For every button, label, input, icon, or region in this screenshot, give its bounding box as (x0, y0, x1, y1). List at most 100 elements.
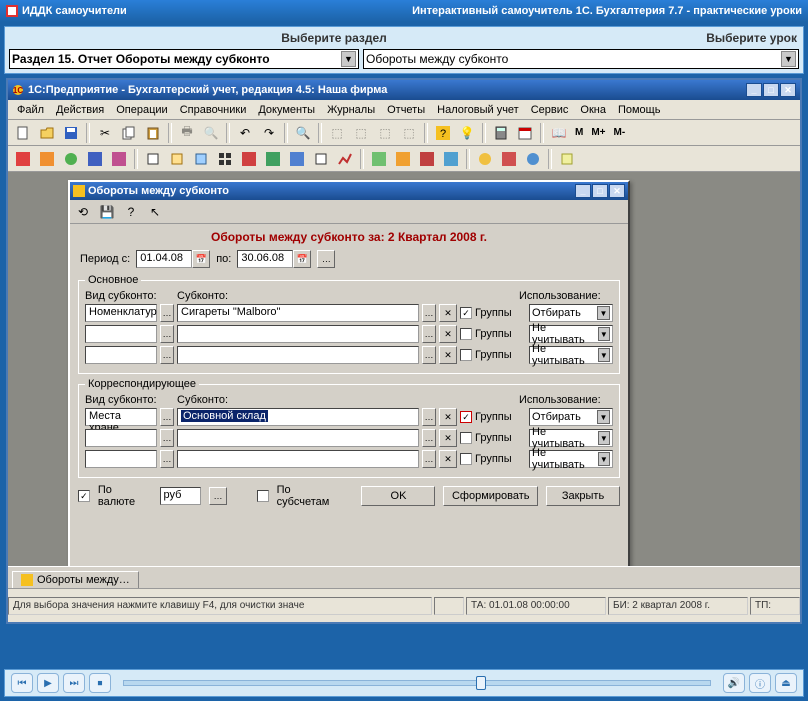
dropdown-arrow-icon[interactable]: ▼ (598, 431, 610, 445)
close-button[interactable]: Закрыть (546, 486, 620, 506)
tool-icon[interactable] (166, 148, 188, 170)
use-select[interactable]: Не учитывать▼ (529, 325, 613, 343)
menu-actions[interactable]: Действия (51, 102, 109, 118)
tool-icon[interactable] (238, 148, 260, 170)
book-icon[interactable]: 📖 (548, 122, 570, 144)
tool-icon[interactable] (286, 148, 308, 170)
subconto-input[interactable] (177, 346, 419, 364)
groups-checkbox[interactable] (460, 349, 472, 361)
tool-icon[interactable] (556, 148, 578, 170)
by-subacc-checkbox[interactable] (257, 490, 269, 502)
player-next-button[interactable]: ⏭ (63, 673, 85, 693)
tool-icon[interactable]: ⬚ (374, 122, 396, 144)
calendar-icon[interactable]: 📅 (293, 250, 311, 268)
paste-icon[interactable] (142, 122, 164, 144)
player-stop-button[interactable]: ⏹ (89, 673, 111, 693)
window-tab[interactable]: Обороты между… (12, 571, 139, 588)
calendar-icon[interactable]: 📅 (192, 250, 210, 268)
clear-button[interactable]: ✕ (439, 325, 457, 343)
kind-choose-button[interactable]: … (160, 304, 174, 322)
dialog-titlebar[interactable]: Обороты между субконто _ □ ✕ (70, 182, 628, 200)
tool-icon[interactable] (310, 148, 332, 170)
clear-button[interactable]: ✕ (439, 429, 457, 447)
menu-windows[interactable]: Окна (575, 102, 611, 118)
dialog-close-button[interactable]: ✕ (609, 184, 625, 198)
dialog-maximize-button[interactable]: □ (592, 184, 608, 198)
subconto-choose-button[interactable]: … (422, 304, 436, 322)
subconto-choose-button[interactable]: … (422, 408, 436, 426)
player-info-button[interactable]: ⓘ (749, 673, 771, 693)
menu-documents[interactable]: Документы (253, 102, 320, 118)
find-icon[interactable]: 🔍 (292, 122, 314, 144)
kind-choose-button[interactable]: … (160, 325, 174, 343)
clear-button[interactable]: ✕ (439, 346, 457, 364)
dropdown-arrow-icon[interactable]: ▼ (598, 348, 610, 362)
print-icon[interactable]: 🖶 (176, 122, 198, 144)
tool-icon[interactable] (474, 148, 496, 170)
new-icon[interactable] (12, 122, 34, 144)
period-choose-button[interactable]: … (317, 250, 335, 268)
tool-icon[interactable] (60, 148, 82, 170)
kind-choose-button[interactable]: … (160, 450, 174, 468)
dropdown-arrow-icon[interactable]: ▼ (597, 306, 610, 320)
subconto-input[interactable] (177, 450, 419, 468)
m-button[interactable]: М (572, 122, 586, 144)
dropdown-arrow-icon[interactable]: ▼ (341, 51, 356, 67)
clear-button[interactable]: ✕ (439, 304, 457, 322)
tool-icon[interactable] (214, 148, 236, 170)
preview-icon[interactable]: 🔍 (200, 122, 222, 144)
by-currency-checkbox[interactable]: ✓ (78, 490, 90, 502)
calc-icon[interactable] (490, 122, 512, 144)
menu-file[interactable]: Файл (12, 102, 49, 118)
subconto-choose-button[interactable]: … (422, 325, 436, 343)
kind-choose-button[interactable]: … (160, 408, 174, 426)
dialog-minimize-button[interactable]: _ (575, 184, 591, 198)
use-select[interactable]: Не учитывать▼ (529, 346, 613, 364)
subconto-choose-button[interactable]: … (422, 429, 436, 447)
dropdown-arrow-icon[interactable]: ▼ (598, 452, 610, 466)
tool-icon[interactable]: ⬚ (398, 122, 420, 144)
player-slider[interactable] (123, 680, 711, 686)
dropdown-arrow-icon[interactable]: ▼ (598, 327, 610, 341)
m-plus-button[interactable]: М+ (588, 122, 608, 144)
help-icon[interactable]: ? (432, 122, 454, 144)
ok-button[interactable]: OK (361, 486, 435, 506)
save-icon[interactable] (60, 122, 82, 144)
kind-input[interactable] (85, 325, 157, 343)
period-from-input[interactable]: 01.04.08 (136, 250, 192, 268)
groups-checkbox[interactable] (460, 432, 472, 444)
menu-tax[interactable]: Налоговый учет (432, 102, 524, 118)
tool-icon[interactable] (142, 148, 164, 170)
use-select[interactable]: Отбирать▼ (529, 304, 613, 322)
tool-icon[interactable] (440, 148, 462, 170)
subconto-input[interactable]: Сигареты "Malboro" (177, 304, 419, 322)
clear-button[interactable]: ✕ (439, 450, 457, 468)
groups-checkbox[interactable]: ✓ (460, 411, 472, 423)
kind-choose-button[interactable]: … (160, 346, 174, 364)
slider-thumb[interactable] (476, 676, 486, 690)
subconto-input[interactable] (177, 325, 419, 343)
undo-icon[interactable]: ↶ (234, 122, 256, 144)
tool-icon[interactable]: ⬚ (350, 122, 372, 144)
hint-icon[interactable]: 💡 (456, 122, 478, 144)
tool-icon[interactable] (108, 148, 130, 170)
open-icon[interactable] (36, 122, 58, 144)
calendar-icon[interactable] (514, 122, 536, 144)
redo-icon[interactable]: ↷ (258, 122, 280, 144)
tool-icon[interactable] (84, 148, 106, 170)
player-sound-button[interactable]: 🔊 (723, 673, 745, 693)
menu-catalogs[interactable]: Справочники (175, 102, 252, 118)
use-select[interactable]: Отбирать▼ (529, 408, 613, 426)
close-button[interactable]: ✕ (780, 83, 796, 97)
tool-icon[interactable] (416, 148, 438, 170)
refresh-icon[interactable]: ⟲ (74, 203, 92, 221)
subconto-choose-button[interactable]: … (422, 346, 436, 364)
currency-choose-button[interactable]: … (209, 487, 227, 505)
dropdown-arrow-icon[interactable]: ▼ (597, 410, 610, 424)
kind-input[interactable] (85, 429, 157, 447)
player-prev-button[interactable]: ⏮ (11, 673, 33, 693)
form-button[interactable]: Сформировать (443, 486, 538, 506)
section-select[interactable]: Раздел 15. Отчет Обороты между субконто … (9, 49, 359, 69)
subconto-input[interactable] (177, 429, 419, 447)
menu-reports[interactable]: Отчеты (382, 102, 430, 118)
